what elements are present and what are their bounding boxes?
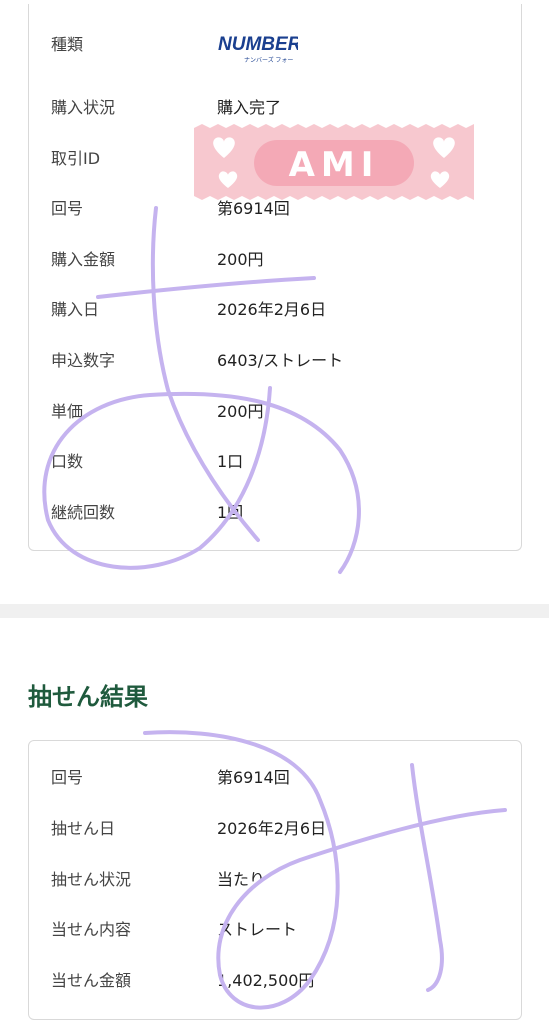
row-value: 1口 xyxy=(217,452,244,471)
row-label: 回号 xyxy=(51,768,84,787)
result-section-title: 抽せん結果 xyxy=(28,683,148,711)
row-label: 種類 xyxy=(51,35,84,54)
row-selected-numbers: 申込数字 6403/ストレート xyxy=(29,346,521,376)
result-row-draw-date: 抽せん日 2026年2月6日 xyxy=(29,814,521,844)
ami-sticker: AMI xyxy=(194,124,474,200)
row-value: 2026年2月6日 xyxy=(217,819,327,838)
row-value: 200円 xyxy=(217,402,264,421)
row-label: 単価 xyxy=(51,402,84,421)
result-row-prize-amount: 当せん金額 1,402,500円 xyxy=(29,966,521,996)
logo-text: NUMBERS xyxy=(218,34,298,55)
row-label: 当せん金額 xyxy=(51,971,132,990)
result-row-draw-number: 回号 第6914回 xyxy=(29,763,521,793)
row-label: 取引ID xyxy=(51,149,101,168)
row-label: 継続回数 xyxy=(51,503,116,522)
row-value: 当たり xyxy=(217,870,266,889)
row-unit-price: 単価 200円 xyxy=(29,397,521,427)
result-row-draw-status: 抽せん状況 当たり xyxy=(29,865,521,895)
row-value: ストレート xyxy=(217,920,298,939)
row-units: 口数 1口 xyxy=(29,447,521,477)
row-purchase-date: 購入日 2026年2月6日 xyxy=(29,295,521,325)
purchase-details-card: 種類 購入状況 購入完了 取引ID 回号 第6914回 購入金額 200円 購入… xyxy=(28,4,522,551)
row-label: 購入状況 xyxy=(51,98,116,117)
row-label: 購入金額 xyxy=(51,250,116,269)
row-label: 抽せん状況 xyxy=(51,870,132,889)
result-row-prize-type: 当せん内容 ストレート xyxy=(29,915,521,945)
row-value: 購入完了 xyxy=(217,98,282,117)
section-divider xyxy=(0,604,549,618)
row-label: 購入日 xyxy=(51,300,100,319)
row-label: 申込数字 xyxy=(51,351,116,370)
row-value: 200円 xyxy=(217,250,264,269)
row-label: 当せん内容 xyxy=(51,920,132,939)
row-label: 回号 xyxy=(51,199,84,218)
row-value: 6403/ストレート xyxy=(217,351,344,370)
row-value: 第6914回 xyxy=(217,768,290,787)
row-purchase-amount: 購入金額 200円 xyxy=(29,245,521,275)
row-value: 1回 xyxy=(217,503,244,522)
row-label: 抽せん日 xyxy=(51,819,116,838)
row-value: 1,402,500円 xyxy=(217,971,315,990)
result-card: 回号 第6914回 抽せん日 2026年2月6日 抽せん状況 当たり 当せん内容… xyxy=(28,740,522,1020)
sticker-text: AMI xyxy=(289,145,380,185)
row-label: 口数 xyxy=(51,452,84,471)
logo-subtext: ナンバーズ フォー xyxy=(244,56,293,64)
row-value: 2026年2月6日 xyxy=(217,300,327,319)
numbers4-logo: NUMBERS 4 ナンバーズ フォー xyxy=(218,34,298,64)
row-continuation-count: 継続回数 1回 xyxy=(29,498,521,528)
row-purchase-status: 購入状況 購入完了 xyxy=(29,93,521,123)
